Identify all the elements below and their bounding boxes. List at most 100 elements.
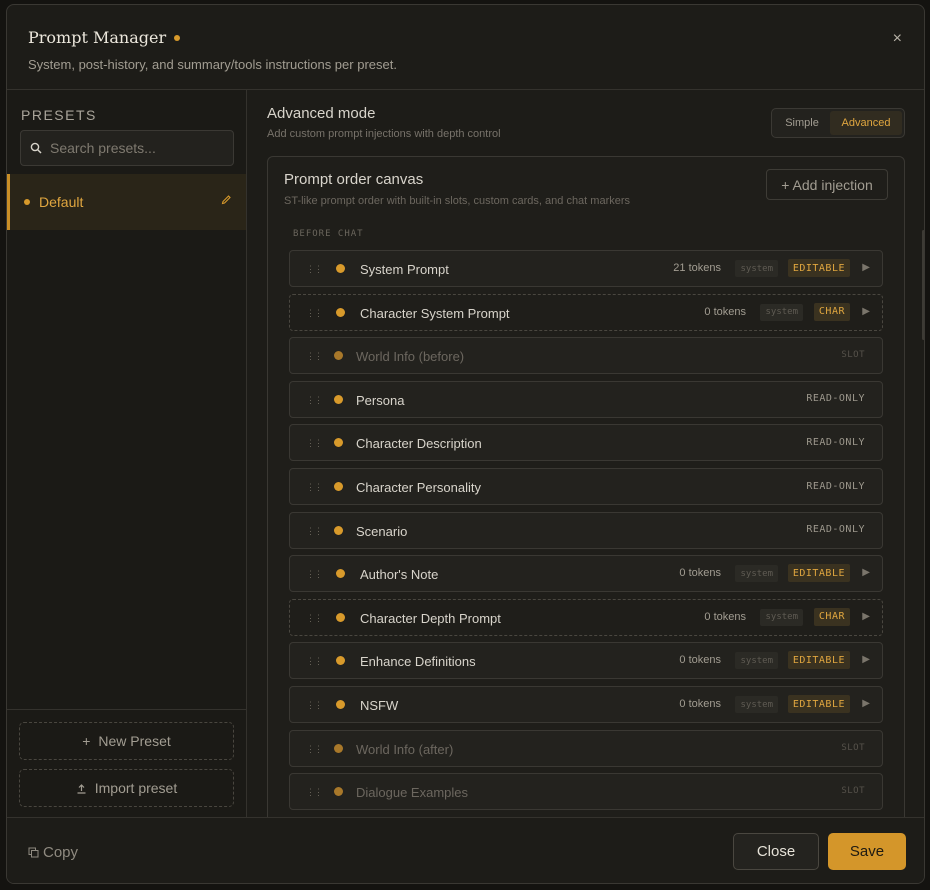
expand-arrow-icon[interactable]: ▶ (862, 262, 870, 273)
drag-handle-icon[interactable]: ⋮⋮ (306, 351, 323, 362)
role-tag: system (735, 565, 778, 583)
status-dot-icon (334, 525, 343, 535)
prompt-order-canvas: Prompt order canvas ST-like prompt order… (267, 156, 905, 817)
drag-handle-icon[interactable]: ⋮⋮ (306, 308, 323, 319)
prompt-row[interactable]: ⋮⋮ System Prompt 21 tokens system EDITABLE ▶ (289, 250, 883, 287)
search-icon (30, 142, 42, 154)
modal-header: Prompt Manager System, post-history, and… (7, 5, 924, 90)
add-injection-button[interactable]: + Add injection (766, 169, 888, 200)
search-box (20, 130, 234, 166)
drag-handle-icon[interactable]: ⋮⋮ (306, 569, 323, 580)
drag-handle-icon[interactable]: ⋮⋮ (306, 656, 323, 667)
drag-handle-icon[interactable]: ⋮⋮ (306, 438, 323, 449)
status-dot-icon (336, 264, 345, 273)
token-count: 0 tokens (704, 610, 746, 623)
prompt-row[interactable]: ⋮⋮ Enhance Definitions 0 tokens system EDITA… (289, 642, 883, 680)
status-badge: CHAR (813, 607, 850, 626)
mode-title: Advanced mode (267, 105, 376, 122)
status-badge: EDITABLE (787, 651, 850, 670)
drag-handle-icon[interactable]: ⋮⋮ (306, 744, 323, 755)
token-count: 0 tokens (679, 698, 721, 710)
scrollbar[interactable] (922, 230, 924, 340)
close-icon[interactable]: × (893, 30, 902, 48)
prompt-row[interactable]: ⋮⋮ Dialogue Examples SLOT (289, 773, 883, 811)
status-badge: READ-ONLY (806, 393, 865, 405)
prompt-row[interactable]: ⋮⋮ Author's Note 0 tokens system EDITABLE ▶ (289, 555, 883, 593)
prompt-row[interactable]: ⋮⋮ Scenario READ-ONLY (289, 511, 883, 549)
main-panel: Advanced mode Add custom prompt injectio… (247, 90, 924, 817)
prompt-row-label: Character Description (356, 436, 482, 452)
drag-handle-icon[interactable]: ⋮⋮ (306, 613, 323, 624)
drag-handle-icon[interactable]: ⋮⋮ (306, 264, 323, 275)
prompt-row[interactable]: ⋮⋮ Character Depth Prompt 0 tokens system CH… (289, 598, 883, 636)
simple-mode-button[interactable]: Simple (774, 111, 830, 135)
prompt-row-label: Author's Note (360, 567, 439, 583)
drag-handle-icon[interactable]: ⋮⋮ (306, 482, 323, 493)
copy-button[interactable]: Copy (28, 844, 78, 861)
status-badge: EDITABLE (787, 259, 850, 277)
advanced-mode-button[interactable]: Advanced (830, 111, 902, 135)
role-tag: system (760, 303, 803, 321)
modal-title: Prompt Manager (28, 28, 181, 47)
status-badge: SLOT (841, 786, 865, 797)
new-preset-label: New Preset (98, 733, 171, 749)
expand-arrow-icon[interactable]: ▶ (862, 611, 870, 622)
prompt-row-label: Persona (356, 392, 405, 408)
prompt-row-label: Character System Prompt (360, 305, 510, 321)
preset-name: Default (39, 194, 84, 210)
token-count: 0 tokens (679, 567, 721, 580)
prompt-row[interactable]: ⋮⋮ Persona READ-ONLY (289, 380, 883, 418)
modal-footer: Copy Close Save (7, 817, 924, 883)
status-dot-icon (334, 438, 343, 448)
section-label-before-chat: BEFORE CHAT (293, 229, 364, 239)
save-button[interactable]: Save (828, 833, 906, 870)
modal-subtitle: System, post-history, and summary/tools … (28, 57, 397, 72)
prompt-row-label: Enhance Definitions (360, 654, 476, 670)
mode-toggle: Simple Advanced (771, 108, 905, 138)
status-dot-icon (336, 612, 345, 622)
search-presets-input[interactable] (50, 140, 220, 156)
token-count: 0 tokens (679, 654, 721, 667)
expand-arrow-icon[interactable]: ▶ (862, 567, 870, 578)
prompt-row-label: Dialogue Examples (356, 785, 469, 801)
import-preset-label: Import preset (94, 780, 178, 796)
expand-arrow-icon[interactable]: ▶ (862, 306, 870, 317)
drag-handle-icon[interactable]: ⋮⋮ (306, 526, 323, 537)
expand-arrow-icon[interactable]: ▶ (862, 654, 870, 665)
status-dot-icon (334, 482, 343, 491)
status-badge: READ-ONLY (806, 480, 865, 492)
prompt-row[interactable]: ⋮⋮ Character System Prompt 0 tokens system C… (289, 293, 883, 331)
prompt-row-label: Character Personality (356, 480, 481, 495)
status-badge: EDITABLE (787, 564, 850, 583)
close-button[interactable]: Close (733, 833, 819, 870)
copy-label: Copy (43, 844, 79, 861)
prompt-row[interactable]: ⋮⋮ NSFW 0 tokens system EDITABLE ▶ (289, 686, 883, 723)
prompt-row[interactable]: ⋮⋮ World Info (before) SLOT (289, 337, 883, 375)
role-tag: system (735, 260, 778, 277)
prompt-row[interactable]: ⋮⋮ Character Personality READ-ONLY (289, 468, 883, 505)
drag-handle-icon[interactable]: ⋮⋮ (306, 787, 323, 798)
status-dot-icon (336, 307, 345, 317)
prompt-manager-modal: Prompt Manager System, post-history, and… (6, 4, 925, 884)
copy-icon (28, 847, 39, 858)
prompt-row[interactable]: ⋮⋮ World Info (after) SLOT (289, 729, 883, 767)
import-preset-button[interactable]: Import preset (19, 769, 234, 807)
status-badge: READ-ONLY (806, 436, 865, 448)
pencil-icon[interactable] (221, 194, 232, 208)
prompt-row[interactable]: ⋮⋮ Character Description READ-ONLY (289, 424, 883, 462)
prompt-row-label: Character Depth Prompt (360, 610, 501, 626)
preset-item-default[interactable]: Default (7, 174, 246, 230)
token-count: 21 tokens (673, 262, 721, 274)
drag-handle-icon[interactable]: ⋮⋮ (306, 700, 323, 711)
plus-icon: + (82, 733, 91, 749)
token-count: 0 tokens (704, 305, 746, 318)
status-dot-icon (336, 700, 345, 709)
mode-subtitle: Add custom prompt injections with depth … (267, 128, 501, 140)
expand-arrow-icon[interactable]: ▶ (862, 698, 870, 709)
role-tag: system (760, 608, 803, 626)
drag-handle-icon[interactable]: ⋮⋮ (306, 395, 323, 406)
status-badge: SLOT (841, 742, 865, 753)
new-preset-button[interactable]: + New Preset (19, 722, 234, 760)
status-dot-icon (336, 569, 345, 579)
sidebar-footer: + New Preset Import preset (7, 709, 246, 817)
